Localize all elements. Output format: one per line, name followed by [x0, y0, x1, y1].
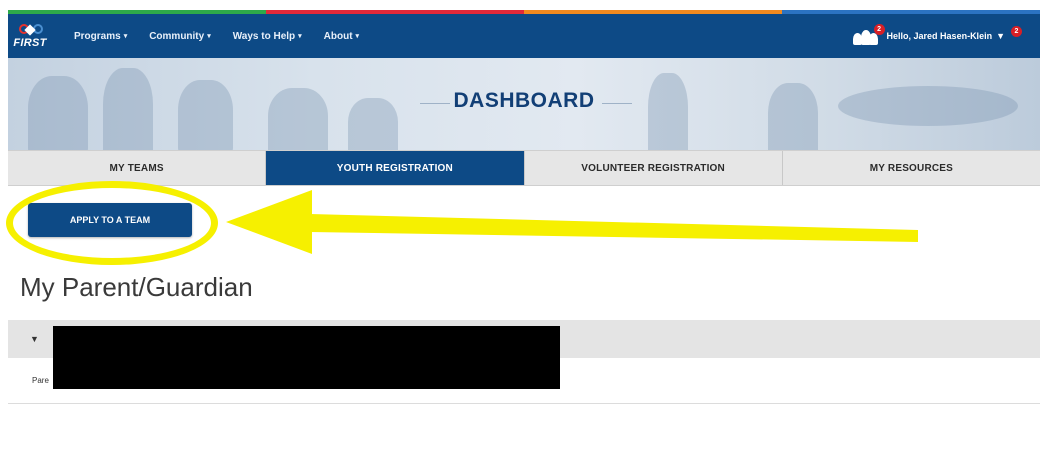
nav-community[interactable]: Community ▾: [149, 31, 211, 42]
tab-my-teams[interactable]: MY TEAMS: [8, 151, 267, 185]
user-menu[interactable]: Hello, Jared Hasen-Klein ▼ 2: [887, 25, 1022, 42]
page-title: DASHBOARD: [453, 89, 595, 112]
dashboard-tabs: MY TEAMS YOUTH REGISTRATION VOLUNTEER RE…: [8, 150, 1040, 186]
annotation-arrow-shaft: [310, 214, 918, 242]
caret-down-icon: ▼: [996, 31, 1005, 41]
chevron-down-icon: ▾: [207, 33, 211, 40]
annotation-arrow-head: [226, 190, 312, 254]
hero-figure: [28, 76, 88, 150]
nav-programs[interactable]: Programs ▾: [74, 31, 127, 42]
user-greeting-text: Hello, Jared Hasen-Klein: [886, 31, 993, 41]
first-logo[interactable]: FIRST: [8, 14, 52, 58]
tab-youth-registration[interactable]: YOUTH REGISTRATION: [266, 151, 525, 185]
tab-my-resources[interactable]: MY RESOURCES: [782, 151, 1040, 185]
nav-programs-label: Programs: [74, 30, 121, 42]
nav-about[interactable]: About ▾: [324, 31, 359, 42]
user-greeting: Hello, Jared Hasen-Klein ▼: [887, 31, 1005, 41]
top-navbar: FIRST Programs ▾ Community ▾ Ways to Hel…: [8, 14, 1040, 58]
logo-text: FIRST: [13, 36, 47, 49]
highlight-ellipse: [6, 181, 218, 265]
nav-ways-to-help-label: Ways to Help: [232, 30, 296, 42]
annotation-arrow: [226, 190, 918, 254]
first-logo-icon: [19, 23, 43, 36]
nav-user-area: 2 Hello, Jared Hasen-Klein ▼ 2: [852, 14, 1022, 58]
section-title: My Parent/Guardian: [20, 272, 253, 302]
user-badge: 2: [1011, 25, 1022, 37]
nav-ways-to-help[interactable]: Ways to Help ▾: [233, 31, 302, 42]
chevron-down-icon: ▾: [355, 33, 360, 40]
dashboard-hero: DASHBOARD: [8, 58, 1040, 150]
notification-badge: 2: [873, 24, 885, 35]
panel-body-text: Pare: [32, 376, 49, 385]
caret-down-icon: ▼: [30, 334, 39, 344]
nav-community-label: Community: [149, 30, 205, 42]
team-notifications-icon[interactable]: 2: [852, 24, 885, 45]
redaction-block: [53, 326, 560, 389]
tab-volunteer-registration[interactable]: VOLUNTEER REGISTRATION: [524, 151, 783, 185]
nav-about-label: About: [323, 30, 353, 42]
chevron-down-icon: ▾: [298, 33, 302, 40]
chevron-down-icon: ▾: [123, 33, 128, 40]
